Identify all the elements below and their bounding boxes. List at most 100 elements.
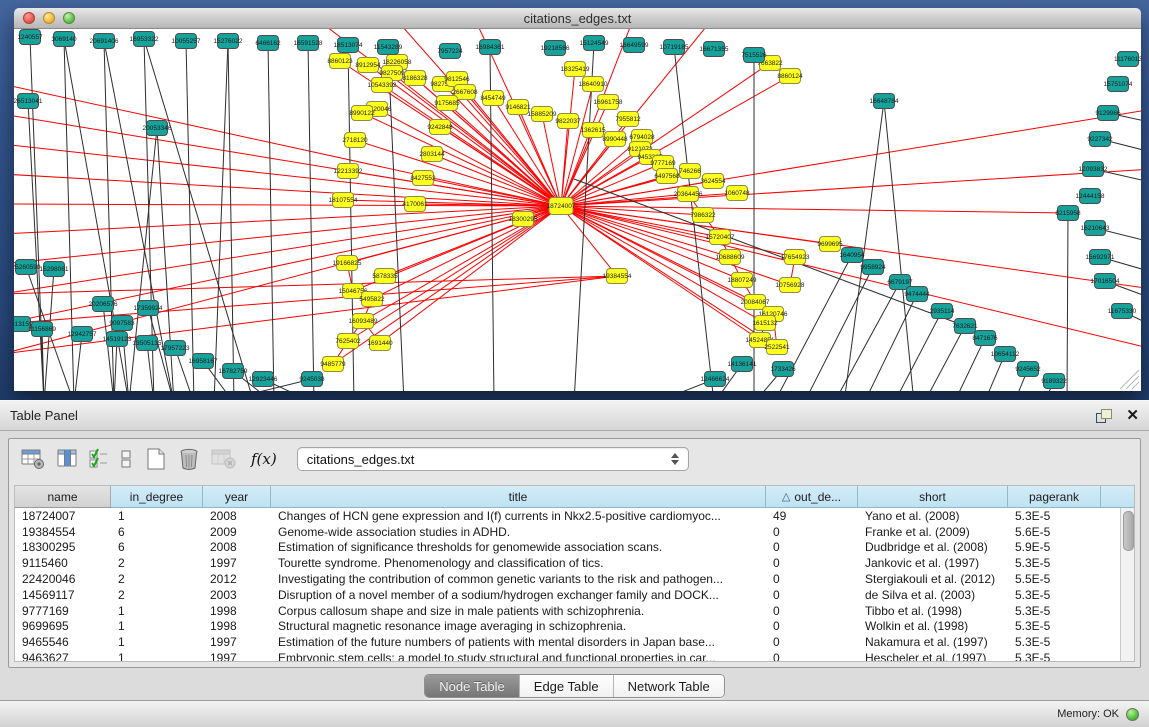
show-columns-icon[interactable]	[57, 445, 79, 473]
table-row[interactable]: 2242004622012Investigating the contribut…	[15, 571, 1120, 587]
graph-node[interactable]: 17957223	[161, 341, 190, 356]
graph-node[interactable]: 9822037	[555, 114, 581, 129]
table-row[interactable]: 969969511998Structural magnetic resonanc…	[15, 619, 1120, 635]
graph-node[interactable]: 1733426	[770, 362, 796, 377]
graph-node[interactable]: 9958924	[860, 260, 886, 275]
graph-edge[interactable]	[894, 311, 942, 391]
graph-node[interactable]: 14136141	[728, 357, 757, 372]
table-cell[interactable]: Yano et al. (2008)	[858, 508, 1008, 524]
table-cell[interactable]: 5.5E-5	[1008, 571, 1101, 587]
table-cell[interactable]: 5.3E-5	[1008, 619, 1101, 635]
table-cell[interactable]: 5.9E-5	[1008, 540, 1101, 556]
table-cell[interactable]: Structural magnetic resonance image aver…	[271, 619, 766, 635]
table-cell[interactable]: Disruption of a novel member of a sodium…	[271, 587, 766, 603]
graph-node[interactable]: 4170061	[402, 197, 428, 212]
graph-node[interactable]: 18107554	[329, 193, 358, 208]
table-cell[interactable]: 1	[111, 508, 203, 524]
table-cell[interactable]: 1	[111, 603, 203, 619]
graph-node[interactable]: 5495822	[359, 292, 385, 307]
select-columns-icon[interactable]	[89, 445, 109, 473]
graph-node[interactable]: 1240557	[17, 30, 43, 45]
graph-node[interactable]: 16953322	[130, 32, 159, 47]
graph-node[interactable]: 9245652	[1015, 362, 1041, 377]
table-cell[interactable]: Genome-wide association studies in ADHD.	[271, 524, 766, 540]
graph-node[interactable]: 8860124	[777, 69, 803, 84]
graph-edge[interactable]	[924, 326, 965, 391]
graph-edge[interactable]	[561, 206, 790, 285]
table-cell[interactable]: 49	[766, 508, 858, 524]
table-cell[interactable]: 0	[766, 634, 858, 650]
vertical-scrollbar[interactable]	[1120, 508, 1134, 661]
table-cell[interactable]: Jankovic et al. (1997)	[858, 555, 1008, 571]
table-cell[interactable]: Hescheler et al. (1997)	[858, 650, 1008, 661]
graph-node[interactable]: 8471676	[972, 331, 998, 346]
graph-node[interactable]: 8454749	[480, 91, 506, 106]
table-cell[interactable]: 0	[766, 571, 858, 587]
table-cell[interactable]: 9777169	[15, 603, 111, 619]
resize-grip-icon[interactable]	[1132, 382, 1139, 389]
graph-edge[interactable]	[561, 206, 760, 340]
table-cell[interactable]: 1	[111, 619, 203, 635]
table-cell[interactable]: Embryonic stem cells: a model to study s…	[271, 650, 766, 661]
graph-node[interactable]: 1640954	[839, 248, 865, 263]
graph-node[interactable]: 18640910	[579, 77, 608, 92]
graph-edge[interactable]	[804, 267, 873, 391]
table-cell[interactable]: 2	[111, 571, 203, 587]
table-cell[interactable]: 6	[111, 524, 203, 540]
table-cell[interactable]: 9465546	[15, 634, 111, 650]
graph-node[interactable]: 2718120	[342, 133, 368, 148]
tab-edge-table[interactable]: Edge Table	[520, 675, 614, 697]
table-row[interactable]: 1872400712008Changes of HCN gene express…	[15, 508, 1120, 524]
scrollbar-thumb[interactable]	[1123, 511, 1134, 551]
graph-edge[interactable]	[1067, 213, 1068, 391]
table-cell[interactable]: 5.3E-5	[1008, 508, 1101, 524]
table-cell[interactable]: 1997	[203, 634, 271, 650]
graph-node[interactable]: 3069140	[51, 32, 77, 47]
graph-node[interactable]: 11675330	[1108, 304, 1137, 319]
graph-node[interactable]: 16782759	[219, 364, 248, 379]
graph-node[interactable]: 11156869	[28, 322, 56, 337]
table-cell[interactable]: 1	[111, 650, 203, 661]
table-cell[interactable]: 2009	[203, 524, 271, 540]
graph-node[interactable]: 8186328	[402, 71, 428, 86]
graph-node[interactable]: 9485779	[320, 357, 346, 372]
table-cell[interactable]: 9463627	[15, 650, 111, 661]
table-cell[interactable]: de Silva et al. (2003)	[858, 587, 1008, 603]
graph-node[interactable]: 20053346	[143, 121, 172, 136]
graph-node[interactable]: 2935114	[930, 304, 955, 319]
table-cell[interactable]: 1997	[203, 650, 271, 661]
graph-node[interactable]: 16210643	[1081, 221, 1110, 236]
graph-node[interactable]: 10654112	[991, 347, 1020, 362]
table-cell[interactable]: 6	[111, 540, 203, 556]
table-cell[interactable]: Estimation of significance thresholds fo…	[271, 540, 766, 556]
graph-node[interactable]: 8427552	[410, 171, 436, 186]
float-panel-icon[interactable]	[1096, 409, 1112, 423]
table-selector-dropdown[interactable]: citations_edges.txt	[297, 447, 689, 471]
table-cell[interactable]: 1998	[203, 603, 271, 619]
graph-node[interactable]: 9175685	[434, 96, 460, 111]
graph-node[interactable]: 7515526	[741, 48, 767, 63]
graph-node[interactable]: 12466624	[701, 372, 730, 387]
graph-node[interactable]: 6466162	[255, 36, 281, 51]
column-header-out_de[interactable]: △out_de...	[766, 486, 858, 508]
graph-node[interactable]: 18300295	[509, 212, 538, 227]
graph-node[interactable]: 8990448	[602, 132, 628, 147]
graph-node[interactable]: 16958167	[189, 354, 218, 369]
table-cell[interactable]: 18300295	[15, 540, 111, 556]
graph-edge[interactable]	[561, 206, 1141, 349]
table-row[interactable]: 1938455462009Genome-wide association stu…	[15, 524, 1120, 540]
graph-node[interactable]: 12942757	[68, 327, 97, 342]
graph-edge[interactable]	[14, 84, 561, 206]
table-cell[interactable]: 0	[766, 603, 858, 619]
graph-node[interactable]: 9129966	[1095, 106, 1121, 121]
graph-node[interactable]: 19384554	[603, 269, 632, 284]
graph-node[interactable]: 19218586	[541, 41, 570, 56]
graph-edge[interactable]	[268, 43, 274, 391]
table-cell[interactable]: Corpus callosum shape and size in male p…	[271, 603, 766, 619]
graph-node[interactable]: 10543392	[368, 78, 397, 93]
table-cell[interactable]: Changes of HCN gene expression and I(f) …	[271, 508, 766, 524]
table-cell[interactable]: 2	[111, 587, 203, 603]
graph-node[interactable]: 7632621	[952, 319, 978, 334]
graph-node[interactable]: 16984361	[476, 40, 505, 55]
table-cell[interactable]: 19384554	[15, 524, 111, 540]
